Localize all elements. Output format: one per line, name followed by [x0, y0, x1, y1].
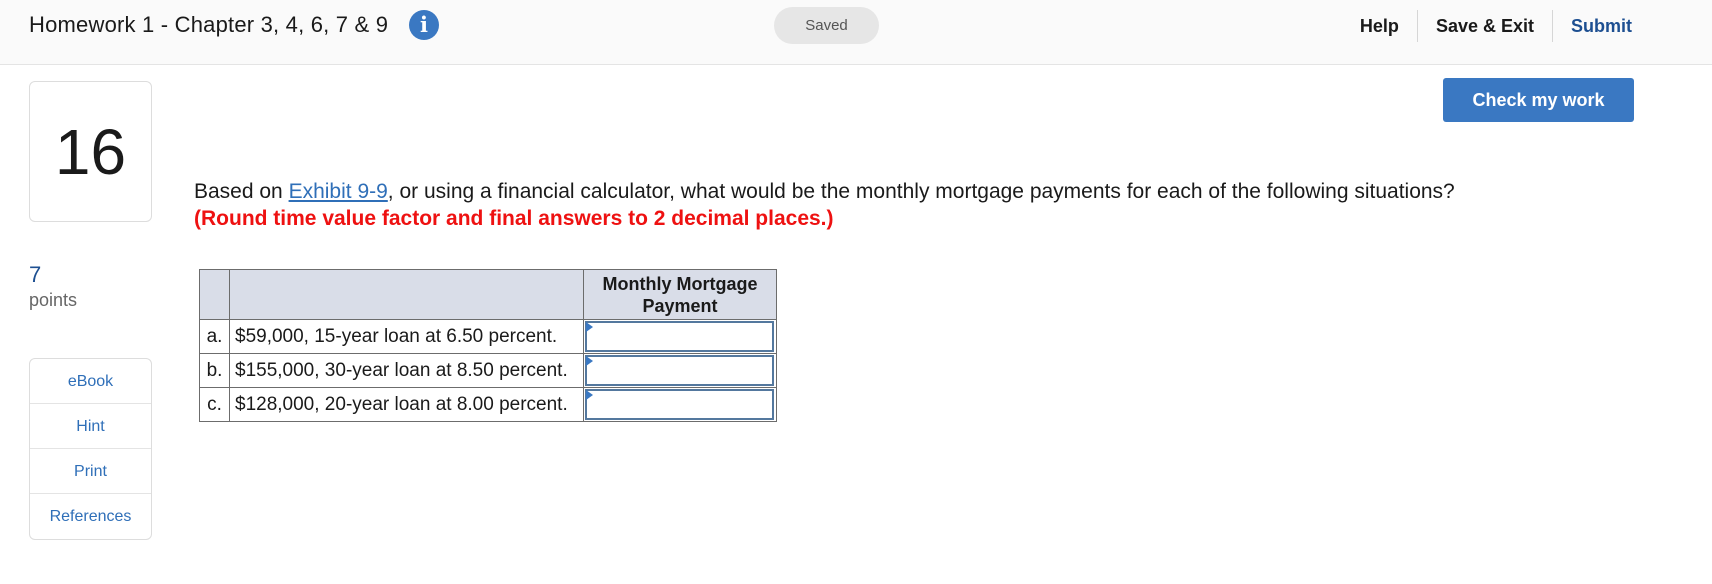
submit-link[interactable]: Submit: [1553, 10, 1650, 42]
save-exit-link[interactable]: Save & Exit: [1418, 10, 1552, 42]
header-letter-cell: [199, 269, 230, 320]
resource-links: eBook Hint Print References: [29, 358, 152, 540]
check-my-work-button[interactable]: Check my work: [1443, 78, 1634, 122]
question-text: Based on Exhibit 9-9, or using a financi…: [194, 178, 1534, 232]
answer-cell: [583, 387, 777, 422]
answer-cell: [583, 353, 777, 388]
row-description: $59,000, 15-year loan at 6.50 percent.: [229, 319, 584, 354]
ebook-link[interactable]: eBook: [30, 359, 151, 404]
table-row: b. $155,000, 30-year loan at 8.50 percen…: [199, 353, 777, 388]
exhibit-link[interactable]: Exhibit 9-9: [289, 180, 388, 203]
question-number: 16: [29, 81, 152, 222]
saved-status-badge: Saved: [774, 7, 879, 44]
row-letter: c.: [199, 387, 230, 422]
row-letter: b.: [199, 353, 230, 388]
question-text-body: , or using a financial calculator, what …: [387, 180, 1455, 203]
answer-input-b[interactable]: [585, 355, 774, 386]
table-row: c. $128,000, 20-year loan at 8.00 percen…: [199, 387, 777, 422]
row-description: $128,000, 20-year loan at 8.00 percent.: [229, 387, 584, 422]
table-row: a. $59,000, 15-year loan at 6.50 percent…: [199, 319, 777, 354]
input-marker-icon: [586, 356, 593, 366]
header-description-cell: [229, 269, 584, 320]
points-label: points: [29, 290, 78, 310]
answer-input-c[interactable]: [585, 389, 774, 420]
input-marker-icon: [586, 390, 593, 400]
print-link[interactable]: Print: [30, 449, 151, 494]
answer-table: Monthly Mortgage Payment a. $59,000, 15-…: [199, 269, 777, 422]
points-value: 7: [29, 262, 42, 287]
header-nav: Help Save & Exit Submit: [1342, 10, 1650, 42]
help-link[interactable]: Help: [1342, 10, 1417, 42]
header-payment-cell: Monthly Mortgage Payment: [583, 269, 777, 320]
row-description: $155,000, 30-year loan at 8.50 percent.: [229, 353, 584, 388]
references-link[interactable]: References: [30, 494, 151, 539]
top-header: Homework 1 - Chapter 3, 4, 6, 7 & 9 i Sa…: [0, 0, 1712, 65]
question-text-intro: Based on: [194, 180, 289, 203]
input-marker-icon: [586, 322, 593, 332]
rounding-instruction: (Round time value factor and final answe…: [194, 207, 834, 230]
assignment-title: Homework 1 - Chapter 3, 4, 6, 7 & 9: [29, 12, 389, 37]
answer-input-a[interactable]: [585, 321, 774, 352]
info-icon[interactable]: i: [409, 10, 439, 40]
answer-cell: [583, 319, 777, 354]
table-header-row: Monthly Mortgage Payment: [199, 269, 777, 320]
row-letter: a.: [199, 319, 230, 354]
hint-link[interactable]: Hint: [30, 404, 151, 449]
